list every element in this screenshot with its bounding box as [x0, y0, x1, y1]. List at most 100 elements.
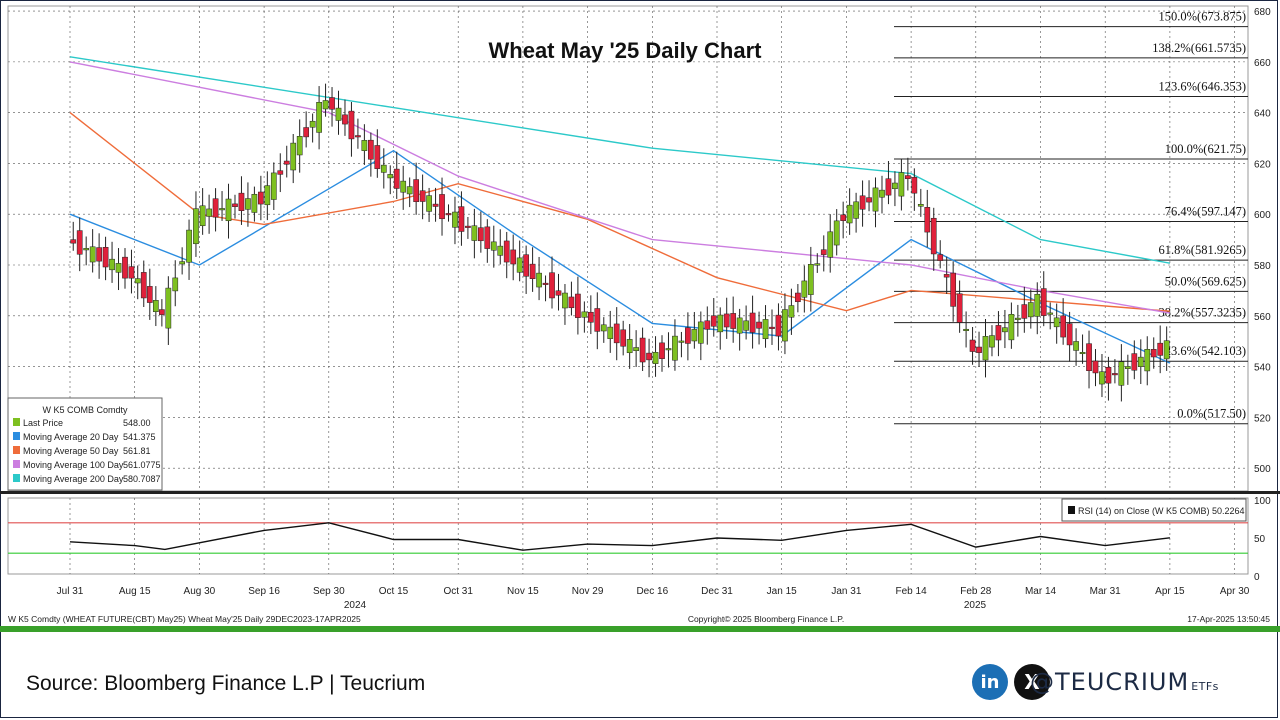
chart-title: Wheat May '25 Daily Chart: [489, 38, 763, 63]
x-tick-label: Oct 31: [443, 586, 473, 597]
candle-body: [400, 180, 407, 193]
candle-body: [316, 102, 322, 133]
candle-body: [639, 337, 646, 363]
info-left: W K5 Comdty (WHEAT FUTURE(CBT) May25) Wh…: [8, 614, 361, 624]
candle-body: [1131, 353, 1138, 371]
candle-body: [322, 100, 329, 110]
candle-body: [1118, 361, 1125, 386]
fib-level-label: 150.0%(673.875): [1159, 10, 1247, 24]
rsi-legend-swatch: [1068, 506, 1075, 514]
candle-body: [290, 142, 297, 171]
candle-body: [1015, 317, 1021, 320]
rsi-line: [69, 522, 1170, 551]
x-tick-label: Aug 30: [184, 586, 216, 597]
y-tick-label: 520: [1254, 413, 1271, 424]
candle-body: [329, 97, 335, 110]
candle-body: [465, 225, 471, 228]
rsi-tick-label: 50: [1254, 534, 1266, 545]
info-right: 17-Apr-2025 13:50:45: [1187, 614, 1270, 624]
candle-body: [277, 170, 284, 175]
candle-body: [575, 293, 581, 318]
candle-body: [626, 339, 633, 354]
candle-body: [445, 213, 452, 216]
candle-body: [697, 321, 704, 344]
candle-body: [523, 254, 529, 277]
candle-body: [730, 313, 737, 329]
moving-average-200-line: [69, 56, 1171, 264]
y-tick-label: 500: [1254, 464, 1271, 475]
x-tick-label: Feb 14: [896, 586, 928, 597]
fib-level-label: 23.6%(542.103): [1165, 344, 1246, 358]
year-label: 2024: [344, 600, 367, 611]
candle-body: [600, 324, 607, 332]
candle-body: [1163, 340, 1170, 360]
candle-body: [995, 325, 1002, 341]
candle-body: [905, 175, 911, 180]
candle-body: [1040, 288, 1047, 316]
candle-body: [620, 329, 627, 347]
candle-body: [109, 258, 115, 271]
candle-body: [756, 321, 762, 329]
candle-body: [368, 139, 374, 160]
candle-body: [859, 195, 866, 210]
candle-body: [568, 296, 575, 309]
candle-body: [258, 191, 264, 205]
fib-level-label: 123.6%(646.353): [1159, 80, 1247, 94]
candle-body: [943, 274, 950, 278]
price-panel-border: [7, 5, 1249, 492]
candle-body: [419, 190, 426, 202]
info-center: Copyright© 2025 Bloomberg Finance L.P.: [688, 614, 844, 624]
candle-body: [426, 195, 432, 212]
candle-body: [70, 239, 77, 244]
rsi-legend-label: RSI (14) on Close (W K5 COMB) 50.2264: [1078, 506, 1245, 516]
candle-body: [1092, 360, 1099, 374]
candle-body: [892, 182, 898, 190]
x-tick-label: Aug 15: [119, 586, 151, 597]
candle-body: [1047, 312, 1054, 315]
candle-body: [717, 314, 724, 333]
candle-body: [976, 346, 982, 353]
y-tick-label: 580: [1254, 261, 1271, 272]
candle-body: [165, 287, 172, 329]
y-tick-label: 680: [1254, 7, 1271, 18]
candle-body: [1112, 373, 1118, 376]
footer-band: [0, 626, 1280, 632]
fib-level-label: 38.2%(557.3235): [1159, 306, 1247, 320]
candle-body: [206, 208, 212, 217]
candle-body: [827, 231, 834, 258]
year-label: 2025: [964, 600, 987, 611]
x-tick-label: Sep 16: [248, 586, 280, 597]
x-tick-label: Oct 15: [379, 586, 409, 597]
candle-body: [458, 206, 465, 232]
legend-item-value: 548.00: [123, 418, 151, 428]
candle-body: [924, 207, 931, 233]
fib-level-label: 0.0%(517.50): [1177, 407, 1246, 421]
legend-swatch: [13, 474, 20, 482]
candle-body: [782, 309, 788, 342]
candle-body: [982, 336, 989, 361]
candle-body: [152, 300, 159, 312]
linkedin-icon[interactable]: in: [972, 664, 1008, 700]
x-tick-label: Mar 14: [1025, 586, 1057, 597]
candle-body: [807, 264, 814, 295]
x-tick-label: Feb 28: [960, 586, 992, 597]
candle-body: [866, 197, 872, 203]
x-tick-label: Sep 30: [313, 586, 345, 597]
candle-body: [956, 293, 963, 323]
candle-body: [497, 245, 504, 256]
candle-body: [1027, 302, 1034, 318]
candle-body: [555, 290, 562, 296]
candle-body: [969, 339, 976, 352]
candle-body: [833, 220, 840, 246]
candle-body: [659, 342, 665, 359]
rsi-tick-label: 0: [1254, 572, 1260, 583]
candle-body: [374, 145, 381, 169]
candle-body: [1021, 304, 1028, 319]
candle-body: [1066, 323, 1073, 346]
candle-body: [245, 198, 251, 210]
candle-body: [917, 204, 924, 207]
legend-item-value: 561.81: [123, 446, 151, 456]
candle-body: [503, 240, 510, 263]
candle-body: [140, 272, 147, 299]
brand-name: @TEUCRIUM: [1030, 668, 1190, 696]
